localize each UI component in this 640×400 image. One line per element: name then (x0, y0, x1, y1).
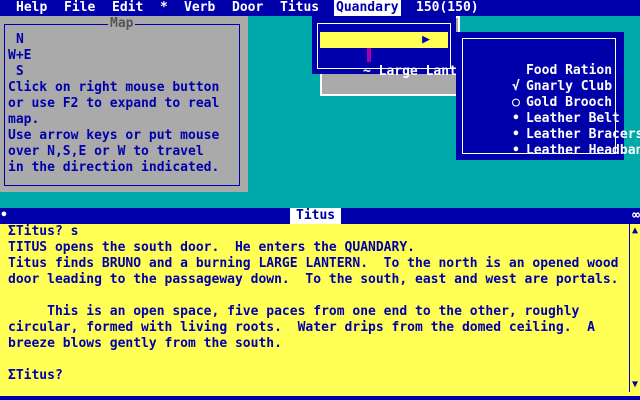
scroll-down-arrow-icon[interactable]: ▼ (630, 378, 640, 392)
bruno-submenu: Food Ration √ Gnarly Club ○ Gold Brooch • L… (456, 32, 640, 160)
item-label: Leather Headband (525, 143, 640, 158)
menu-titus[interactable]: Titus (280, 0, 319, 16)
menu-star[interactable]: * (160, 0, 168, 16)
map-compass-south[interactable]: S (8, 64, 24, 80)
quandary-dropdown: Bruno ▶ ~ Large Lantern (312, 16, 480, 79)
bullet-icon: • (511, 143, 520, 158)
map-compass-north[interactable]: N (16, 32, 24, 48)
story-line: door leading to the passageway down. To … (8, 272, 619, 287)
menu-door[interactable]: Door (232, 0, 263, 16)
vertical-scrollbar[interactable]: ▲ ▼ (629, 224, 640, 392)
menu-quandary[interactable]: Quandary (334, 0, 401, 16)
prompt-line: ΣTitus? s (8, 224, 79, 239)
submenu-arrow-icon: ▶ (422, 32, 430, 47)
map-panel[interactable]: Map N W+E S Click on right mouse button … (0, 16, 248, 192)
command-prompt[interactable]: ΣTitus? (8, 368, 63, 384)
story-line: breeze blows gently from the south. (8, 336, 282, 351)
map-title: Map (108, 16, 136, 32)
score-display: 150(150) (416, 0, 479, 15)
map-help-line: over N,S,E or W to travel (8, 144, 204, 159)
titus-window-title: Titus (290, 208, 342, 224)
menu-edit[interactable]: Edit (112, 0, 143, 16)
resize-icon[interactable]: ∞ (632, 208, 640, 224)
map-help-line: in the direction indicated. (8, 160, 220, 175)
close-icon[interactable]: • (0, 208, 8, 224)
map-help-line: Click on right mouse button (8, 80, 220, 95)
map-help-line: Use arrow keys or put mouse (8, 128, 220, 143)
story-line: circular, formed with living roots. Wate… (8, 320, 595, 335)
submenu-item-leather-headband[interactable]: • Leather Headband (465, 127, 640, 175)
submenu-frame: Food Ration √ Gnarly Club ○ Gold Brooch • L… (462, 38, 640, 158)
menu-verb[interactable]: Verb (184, 0, 215, 16)
map-compass-west-east[interactable]: W+E (8, 48, 31, 64)
menu-file[interactable]: File (64, 0, 95, 16)
dropdown-frame: Bruno ▶ ~ Large Lantern (317, 23, 480, 79)
tilde-marker: ~ (362, 64, 371, 79)
titus-window-titlebar[interactable]: • Titus ∞ (0, 208, 640, 224)
window-bottom-border (0, 396, 640, 400)
map-help-line: or use F2 to expand to real (8, 96, 220, 111)
scroll-up-arrow-icon[interactable]: ▲ (630, 224, 640, 238)
menu-bar: Help File Edit * Verb Door Titus Quandar… (0, 0, 640, 16)
menu-help[interactable]: Help (16, 0, 47, 16)
story-line: Titus finds BRUNO and a burning LARGE LA… (8, 256, 619, 271)
story-line: TITUS opens the south door. He enters th… (8, 240, 415, 255)
map-help-line: map. (8, 112, 40, 127)
titus-text-area[interactable]: ΣTitus? s TITUS opens the south door. He… (0, 224, 640, 400)
dropdown-item-bruno[interactable]: Bruno ▶ (320, 32, 448, 63)
story-line: This is an open space, five paces from o… (8, 304, 580, 319)
